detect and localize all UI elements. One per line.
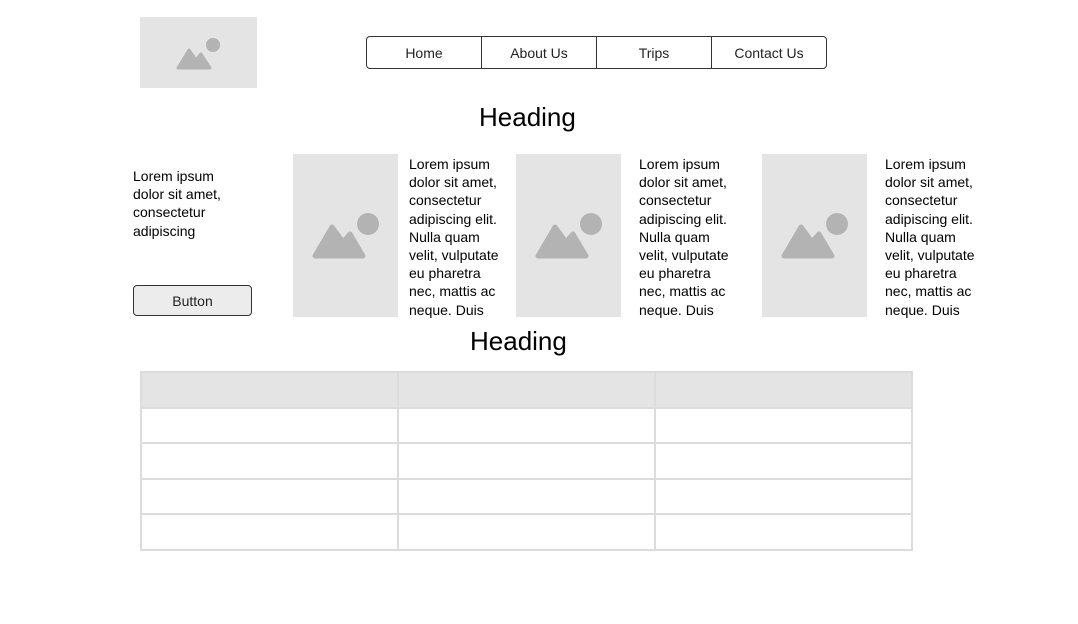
table-cell: [397, 406, 656, 445]
card-text: Lorem ipsum dolor sit amet, consectetur …: [639, 156, 729, 318]
table-cell: [140, 406, 399, 445]
table-header-row: [140, 371, 913, 409]
image-icon: [312, 213, 379, 259]
image-icon: [535, 213, 602, 259]
nav-item-home[interactable]: Home: [367, 37, 482, 68]
table-cell: [140, 442, 399, 480]
section-heading: Heading: [470, 326, 567, 356]
card-image-placeholder: [762, 154, 867, 317]
table-header-cell: [397, 371, 656, 409]
table-cell: [654, 406, 913, 445]
table-cell: [397, 513, 656, 551]
logo-image-placeholder: [140, 17, 257, 88]
table-row: [140, 406, 913, 445]
table-cell: [397, 477, 656, 516]
nav-item-contact-us[interactable]: Contact Us: [712, 37, 826, 68]
table-header-cell: [140, 371, 399, 409]
action-button[interactable]: Button: [133, 285, 252, 316]
table-cell: [140, 513, 399, 551]
table-cell: [654, 513, 913, 551]
nav-item-trips[interactable]: Trips: [597, 37, 712, 68]
table-cell: [654, 442, 913, 480]
table-row: [140, 477, 913, 516]
section-heading: Heading: [479, 102, 576, 132]
card-text: Lorem ipsum dolor sit amet, consectetur …: [409, 156, 499, 318]
card-image-placeholder: [516, 154, 621, 317]
table-row: [140, 442, 913, 480]
image-icon: [176, 38, 220, 70]
table-header-cell: [654, 371, 913, 409]
table-cell: [140, 477, 399, 516]
data-table: [140, 371, 913, 551]
card-text: Lorem ipsum dolor sit amet, consectetur …: [885, 156, 975, 318]
main-nav: Home About Us Trips Contact Us: [366, 36, 827, 69]
table-row: [140, 513, 913, 551]
table-cell: [397, 442, 656, 480]
intro-text: Lorem ipsum dolor sit amet, consectetur …: [133, 168, 221, 239]
image-icon: [781, 213, 848, 259]
nav-item-about-us[interactable]: About Us: [482, 37, 597, 68]
table-cell: [654, 477, 913, 516]
card-image-placeholder: [293, 154, 398, 317]
